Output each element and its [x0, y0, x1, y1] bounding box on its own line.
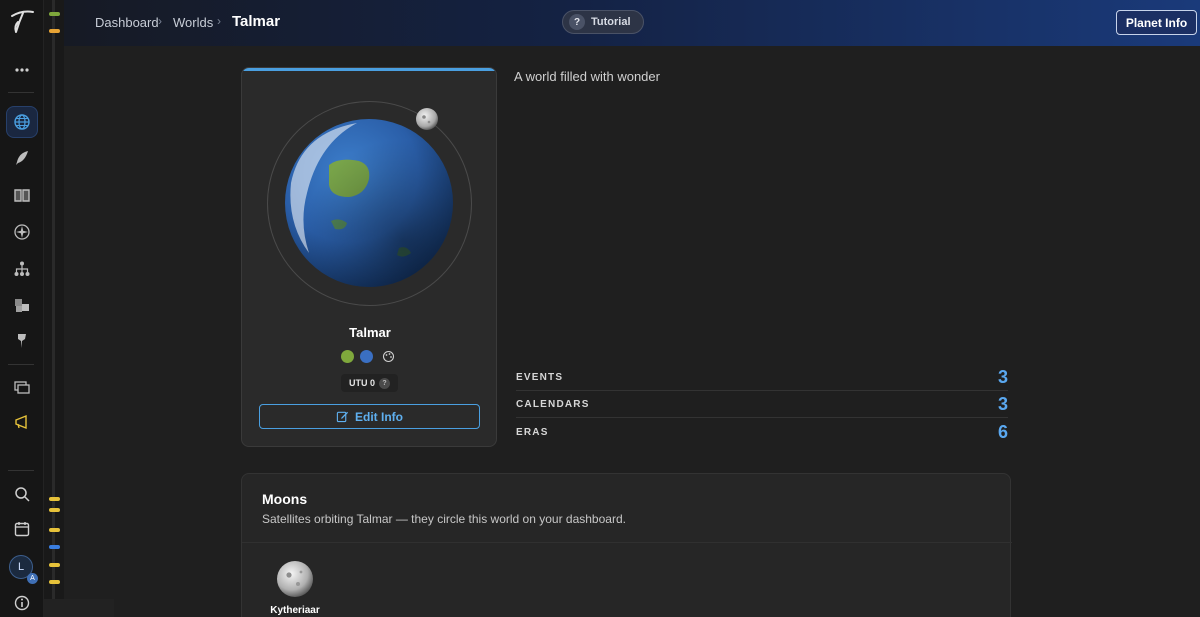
timeline-marker[interactable] [49, 497, 60, 501]
stat-label: ERAS [516, 427, 549, 438]
info-icon[interactable] [6, 587, 38, 617]
utc-offset-chip[interactable]: UTU 0 ? [341, 374, 398, 392]
moon-icon [277, 561, 313, 597]
moon-item[interactable]: Kytheriaar [264, 560, 326, 617]
cubes-icon[interactable] [6, 289, 38, 321]
page-title: Talmar [232, 13, 281, 30]
avatar-badge: A [27, 573, 38, 584]
planet-globe[interactable] [279, 113, 459, 293]
stat-calendars[interactable]: CALENDARS 3 [516, 391, 1008, 418]
megaphone-icon[interactable] [6, 406, 38, 438]
color-swatch-land[interactable] [341, 350, 354, 363]
help-icon[interactable]: ? [379, 377, 390, 389]
search-icon[interactable] [6, 478, 38, 510]
stat-value: 3 [997, 393, 1008, 414]
help-icon: ? [569, 14, 585, 30]
timeline-line [52, 0, 55, 617]
top-header: Dashboard › Worlds › Talmar ? Tutorial P… [64, 0, 1200, 46]
edit-info-button[interactable]: Edit Info [259, 404, 480, 429]
breadcrumb-separator: › [217, 14, 221, 28]
edit-info-label: Edit Info [355, 409, 403, 424]
timeline-marker[interactable] [49, 545, 60, 549]
planet-card: Talmar UTU 0 ? Edit Info [241, 67, 497, 447]
planet-info-button[interactable]: Planet Info [1116, 10, 1197, 35]
compass-icon[interactable] [6, 216, 38, 248]
moons-title: Moons [262, 491, 308, 507]
book-icon[interactable] [6, 179, 38, 211]
palette-icon[interactable] [382, 350, 395, 363]
breadcrumb-dashboard[interactable]: Dashboard [95, 15, 159, 30]
timeline-marker[interactable] [49, 29, 60, 33]
moons-subtitle: Satellites orbiting Talmar — they circle… [262, 512, 626, 526]
breadcrumb-separator: › [158, 14, 162, 28]
hierarchy-icon[interactable] [6, 253, 38, 285]
world-description: A world filled with wonder [514, 69, 660, 84]
divider [242, 542, 1012, 543]
color-swatch-ocean[interactable] [360, 350, 373, 363]
bottom-strip [44, 599, 114, 617]
app-logo[interactable] [8, 8, 36, 36]
timeline-marker[interactable] [49, 528, 60, 532]
timeline-marker[interactable] [49, 580, 60, 584]
stat-events[interactable]: EVENTS 3 [516, 364, 1008, 391]
sidebar-divider [8, 92, 34, 93]
stat-value: 3 [997, 366, 1008, 387]
moon-name: Kytheriaar [270, 605, 320, 616]
tutorial-button[interactable]: ? Tutorial [562, 10, 644, 34]
sidebar-divider [8, 470, 34, 471]
edit-icon [336, 411, 349, 423]
monitors-icon[interactable] [6, 372, 38, 404]
stat-label: CALENDARS [516, 398, 590, 410]
quill-icon[interactable] [6, 142, 38, 174]
timeline-marker[interactable] [49, 563, 60, 567]
stat-eras[interactable]: ERAS 6 [516, 419, 1008, 446]
sidebar-divider [8, 364, 34, 365]
moon-icon[interactable] [415, 107, 439, 131]
calendar-icon[interactable] [6, 513, 38, 545]
sidebar: L A [0, 0, 44, 617]
planet-name: Talmar [349, 325, 391, 340]
pin-icon[interactable] [6, 325, 38, 357]
breadcrumb-worlds[interactable]: Worlds [173, 15, 213, 30]
timeline-marker[interactable] [49, 508, 60, 512]
globe-icon[interactable] [6, 106, 38, 138]
utu-label: UTU 0 [348, 378, 375, 388]
timeline-marker[interactable] [49, 12, 60, 16]
moons-section: Moons Satellites orbiting Talmar — they … [241, 473, 1012, 617]
stat-label: EVENTS [516, 371, 564, 383]
stat-value: 6 [997, 422, 1008, 442]
more-icon[interactable] [6, 54, 38, 86]
card-accent-bar [242, 68, 496, 71]
tutorial-label: Tutorial [591, 16, 631, 28]
